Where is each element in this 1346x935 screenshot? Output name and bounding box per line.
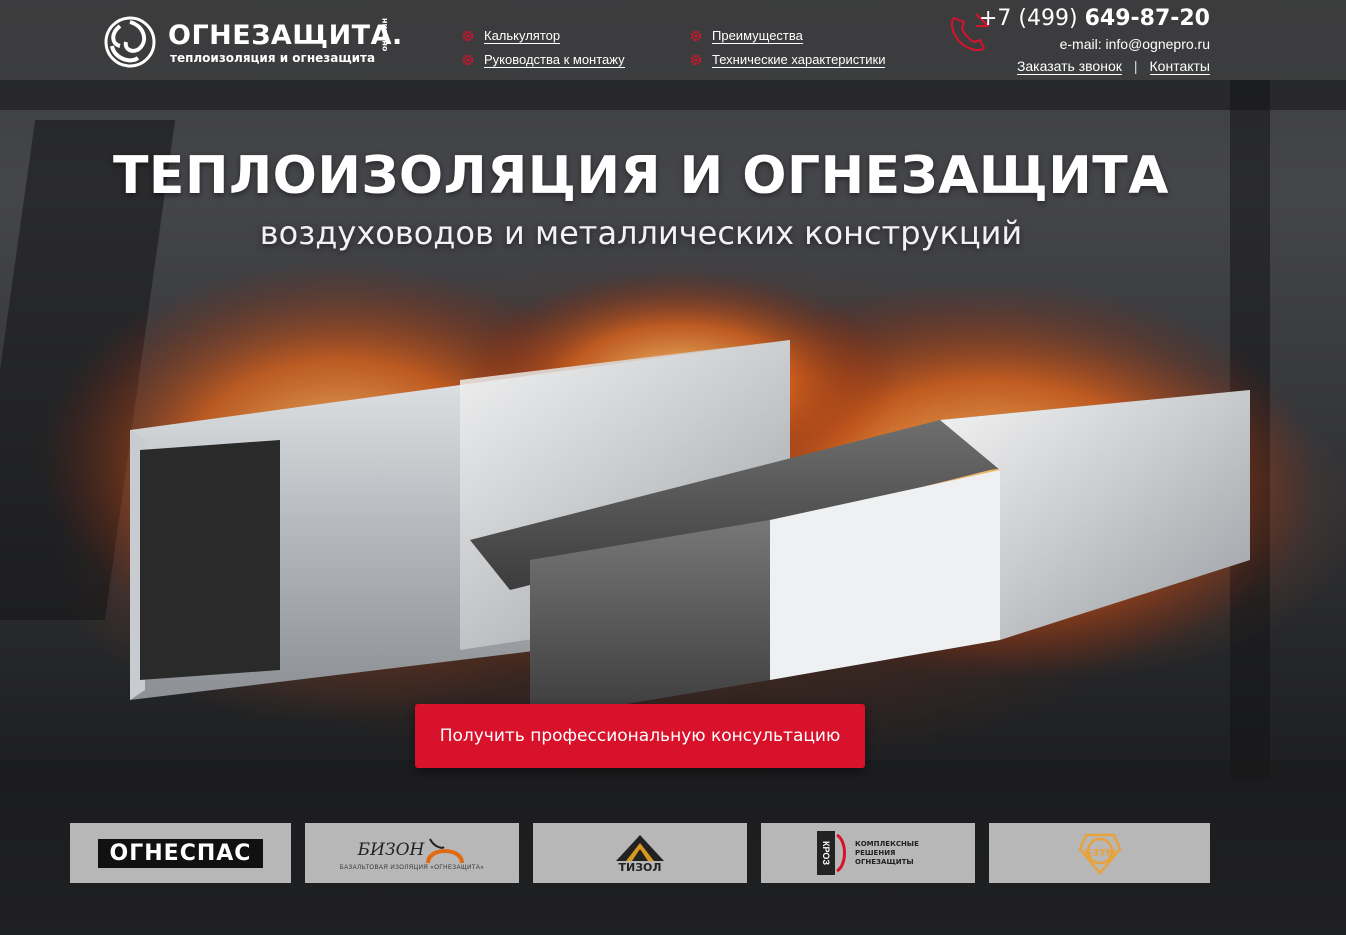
brand-title: ОГНЕЗАЩИТА. [168,20,403,51]
phone-prefix: +7 (499) [979,6,1085,31]
partner-name-bizon: БИЗОН [357,840,425,860]
brand-subtitle: теплоизоляция и огнезащита [170,51,376,65]
partner-logo-tizol: ТИЗОЛ [614,833,666,874]
partner-tagline-bizon: БАЗАЛЬТОВАЯ ИЗОЛЯЦИЯ «ОГНЕЗАЩИТА» [339,865,485,871]
partner-logo-bizon: БИЗОН БАЗАЛЬТОВАЯ ИЗОЛЯЦИЯ «ОГНЕЗАЩИТА» [340,835,484,871]
email-text[interactable]: e-mail: info@ognepro.ru [1060,36,1210,52]
duct-and-beam-illustration [40,260,1310,720]
fire-arcs-icon [836,833,846,873]
phone-main: 649-87-20 [1084,6,1210,31]
nav-link-calculator[interactable]: Калькулятор [484,28,561,44]
gear-icon [462,54,474,66]
nav-item-calculator: Калькулятор [462,24,625,48]
partner-ognespas[interactable]: ОГНЕСПАС [70,823,291,883]
hero-subtitle: воздуховодов и металлических конструкций [259,214,1023,252]
brand-vertical-tag: онлайн [380,18,389,52]
bztm-logo-icon: БЗТМ [1078,833,1121,875]
nav-item-specs: Технические характеристики [690,48,886,72]
gear-icon [690,54,702,66]
callback-link[interactable]: Заказать звонок [1016,58,1122,75]
contact-links: Заказать звонок | Контакты [1016,58,1210,75]
link-separator: | [1133,58,1138,74]
partner-name-bztm: БЗТМ [1084,848,1116,859]
partner-bizon[interactable]: БИЗОН БАЗАЛЬТОВАЯ ИЗОЛЯЦИЯ «ОГНЕЗАЩИТА» [305,823,519,883]
nav-item-advantages: Преимущества [690,24,885,48]
gear-icon [690,30,702,42]
hero-title: ТЕПЛОИЗОЛЯЦИЯ И ОГНЕЗАЩИТА [112,146,1170,206]
get-consultation-button[interactable]: Получить профессиональную консультацию [415,704,865,768]
nav-column-1: Калькулятор Руководства к монтажу [462,24,625,72]
partner-logo-ognespas: ОГНЕСПАС [97,838,264,868]
nav-item-guides: Руководства к монтажу [462,48,625,72]
partner-bztm[interactable]: БЗТМ [989,823,1210,883]
contacts-link[interactable]: Контакты [1149,58,1210,75]
partner-tagline-kroz: КОМПЛЕКСНЫЕ РЕШЕНИЯ ОГНЕЗАЩИТЫ [855,839,919,866]
gear-icon [462,30,474,42]
site-header: ОГНЕЗАЩИТА. теплоизоляция и огнезащита о… [0,0,1346,80]
nav-link-guides[interactable]: Руководства к монтажу [484,52,625,68]
partner-name-kroz: КРОЗ [817,831,835,875]
phone-number[interactable]: +7 (499) 649-87-20 [979,6,1210,31]
brand-logo[interactable]: ОГНЕЗАЩИТА. теплоизоляция и огнезащита о… [104,16,402,70]
nav-link-specs[interactable]: Технические характеристики [712,52,886,68]
bull-horns-icon [426,838,465,864]
nav-column-2: Преимущества Технические характеристики [690,24,886,72]
nav-link-advantages[interactable]: Преимущества [712,28,803,44]
mountain-logo-icon [616,834,664,861]
partner-tizol[interactable]: ТИЗОЛ [533,823,747,883]
partner-logo-kroz: КРОЗ КОМПЛЕКСНЫЕ РЕШЕНИЯ ОГНЕЗАЩИТЫ [817,831,919,875]
partner-name-tizol: ТИЗОЛ [618,860,662,874]
swirl-logo-icon [104,16,156,68]
partner-kroz[interactable]: КРОЗ КОМПЛЕКСНЫЕ РЕШЕНИЯ ОГНЕЗАЩИТЫ [761,823,975,883]
